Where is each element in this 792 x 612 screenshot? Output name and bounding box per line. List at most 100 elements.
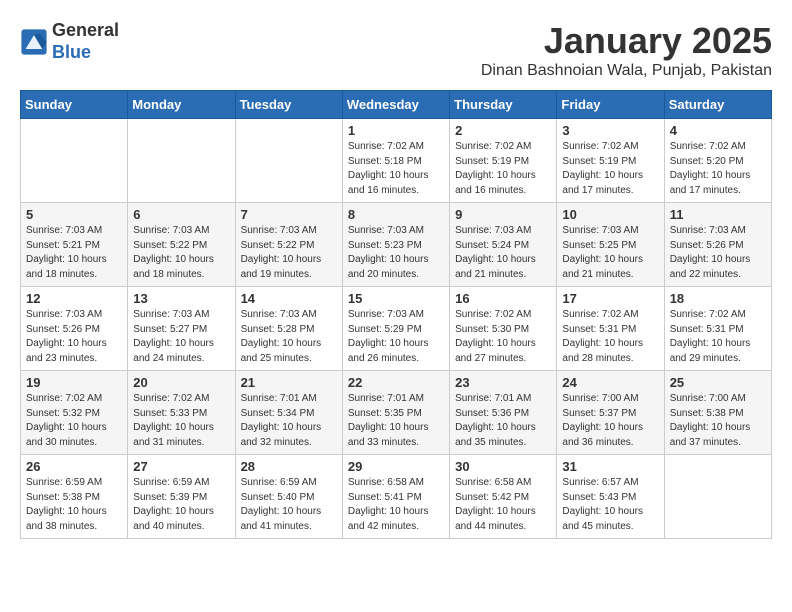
calendar-cell: 22 Sunrise: 7:01 AM Sunset: 5:35 PM Dayli… [342, 371, 449, 455]
calendar-cell: 10 Sunrise: 7:03 AM Sunset: 5:25 PM Dayli… [557, 203, 664, 287]
day-number: 23 [455, 375, 551, 390]
day-number: 16 [455, 291, 551, 306]
day-info: Sunrise: 7:01 AM Sunset: 5:34 PM Dayligh… [241, 392, 337, 450]
day-number: 26 [26, 459, 122, 474]
day-info: Sunrise: 6:59 AM Sunset: 5:40 PM Dayligh… [241, 476, 337, 534]
calendar-cell: 21 Sunrise: 7:01 AM Sunset: 5:34 PM Dayli… [235, 371, 342, 455]
day-info: Sunrise: 7:03 AM Sunset: 5:29 PM Dayligh… [348, 308, 444, 366]
calendar-cell: 19Sunrise: 7:02 AM Sunset: 5:32 PM Dayli… [21, 371, 128, 455]
day-number: 4 [670, 123, 766, 138]
day-number: 10 [562, 207, 658, 222]
day-number: 12 [26, 291, 122, 306]
weekday-header-sunday: Sunday [21, 91, 128, 119]
day-info: Sunrise: 7:03 AM Sunset: 5:27 PM Dayligh… [133, 308, 229, 366]
calendar-cell: 13 Sunrise: 7:03 AM Sunset: 5:27 PM Dayli… [128, 287, 235, 371]
day-number: 28 [241, 459, 337, 474]
day-number: 19 [26, 375, 122, 390]
day-number: 15 [348, 291, 444, 306]
weekday-header-tuesday: Tuesday [235, 91, 342, 119]
logo-icon [20, 28, 48, 56]
weekday-header-friday: Friday [557, 91, 664, 119]
weekday-header-monday: Monday [128, 91, 235, 119]
day-info: Sunrise: 7:02 AM Sunset: 5:19 PM Dayligh… [562, 140, 658, 198]
calendar-week-row: 19Sunrise: 7:02 AM Sunset: 5:32 PM Dayli… [21, 371, 772, 455]
day-number: 30 [455, 459, 551, 474]
day-info: Sunrise: 7:03 AM Sunset: 5:21 PM Dayligh… [26, 224, 122, 282]
weekday-header-thursday: Thursday [450, 91, 557, 119]
day-info: Sunrise: 7:01 AM Sunset: 5:35 PM Dayligh… [348, 392, 444, 450]
day-number: 13 [133, 291, 229, 306]
day-info: Sunrise: 7:02 AM Sunset: 5:19 PM Dayligh… [455, 140, 551, 198]
weekday-header-row: SundayMondayTuesdayWednesdayThursdayFrid… [21, 91, 772, 119]
calendar-cell: 8Sunrise: 7:03 AM Sunset: 5:23 PM Daylig… [342, 203, 449, 287]
day-info: Sunrise: 7:01 AM Sunset: 5:36 PM Dayligh… [455, 392, 551, 450]
calendar-table: SundayMondayTuesdayWednesdayThursdayFrid… [20, 90, 772, 539]
day-number: 2 [455, 123, 551, 138]
day-number: 22 [348, 375, 444, 390]
day-info: Sunrise: 7:00 AM Sunset: 5:38 PM Dayligh… [670, 392, 766, 450]
calendar-cell: 20Sunrise: 7:02 AM Sunset: 5:33 PM Dayli… [128, 371, 235, 455]
calendar-cell: 25 Sunrise: 7:00 AM Sunset: 5:38 PM Dayli… [664, 371, 771, 455]
calendar-cell [664, 455, 771, 539]
calendar-cell: 7 Sunrise: 7:03 AM Sunset: 5:22 PM Daylig… [235, 203, 342, 287]
calendar-week-row: 26Sunrise: 6:59 AM Sunset: 5:38 PM Dayli… [21, 455, 772, 539]
month-title: January 2025 [481, 20, 772, 62]
day-info: Sunrise: 7:03 AM Sunset: 5:26 PM Dayligh… [670, 224, 766, 282]
day-info: Sunrise: 6:58 AM Sunset: 5:41 PM Dayligh… [348, 476, 444, 534]
day-number: 24 [562, 375, 658, 390]
day-number: 6 [133, 207, 229, 222]
day-info: Sunrise: 7:03 AM Sunset: 5:28 PM Dayligh… [241, 308, 337, 366]
logo-general: General [52, 20, 119, 40]
day-number: 11 [670, 207, 766, 222]
day-number: 9 [455, 207, 551, 222]
day-info: Sunrise: 7:03 AM Sunset: 5:24 PM Dayligh… [455, 224, 551, 282]
day-number: 17 [562, 291, 658, 306]
day-number: 3 [562, 123, 658, 138]
day-number: 14 [241, 291, 337, 306]
day-info: Sunrise: 7:03 AM Sunset: 5:26 PM Dayligh… [26, 308, 122, 366]
day-number: 8 [348, 207, 444, 222]
day-info: Sunrise: 7:03 AM Sunset: 5:22 PM Dayligh… [241, 224, 337, 282]
calendar-cell: 31Sunrise: 6:57 AM Sunset: 5:43 PM Dayli… [557, 455, 664, 539]
weekday-header-saturday: Saturday [664, 91, 771, 119]
day-info: Sunrise: 7:02 AM Sunset: 5:31 PM Dayligh… [562, 308, 658, 366]
day-info: Sunrise: 7:02 AM Sunset: 5:31 PM Dayligh… [670, 308, 766, 366]
day-number: 18 [670, 291, 766, 306]
calendar-cell [21, 119, 128, 203]
calendar-cell: 5 Sunrise: 7:03 AM Sunset: 5:21 PM Daylig… [21, 203, 128, 287]
calendar-cell: 16 Sunrise: 7:02 AM Sunset: 5:30 PM Dayli… [450, 287, 557, 371]
day-number: 1 [348, 123, 444, 138]
calendar-cell: 29Sunrise: 6:58 AM Sunset: 5:41 PM Dayli… [342, 455, 449, 539]
calendar-cell [235, 119, 342, 203]
calendar-cell: 2 Sunrise: 7:02 AM Sunset: 5:19 PM Daylig… [450, 119, 557, 203]
day-number: 31 [562, 459, 658, 474]
calendar-cell: 15 Sunrise: 7:03 AM Sunset: 5:29 PM Dayli… [342, 287, 449, 371]
calendar-cell [128, 119, 235, 203]
day-number: 5 [26, 207, 122, 222]
logo: General Blue [20, 20, 119, 63]
calendar-cell: 11 Sunrise: 7:03 AM Sunset: 5:26 PM Dayli… [664, 203, 771, 287]
calendar-cell: 27Sunrise: 6:59 AM Sunset: 5:39 PM Dayli… [128, 455, 235, 539]
page-header: General Blue January 2025 Dinan Bashnoia… [20, 20, 772, 80]
day-info: Sunrise: 7:03 AM Sunset: 5:22 PM Dayligh… [133, 224, 229, 282]
day-info: Sunrise: 7:03 AM Sunset: 5:25 PM Dayligh… [562, 224, 658, 282]
logo-blue: Blue [52, 42, 91, 62]
calendar-cell: 28 Sunrise: 6:59 AM Sunset: 5:40 PM Dayli… [235, 455, 342, 539]
calendar-cell: 24 Sunrise: 7:00 AM Sunset: 5:37 PM Dayli… [557, 371, 664, 455]
day-number: 25 [670, 375, 766, 390]
calendar-cell: 12 Sunrise: 7:03 AM Sunset: 5:26 PM Dayli… [21, 287, 128, 371]
calendar-cell: 26Sunrise: 6:59 AM Sunset: 5:38 PM Dayli… [21, 455, 128, 539]
calendar-cell: 6 Sunrise: 7:03 AM Sunset: 5:22 PM Daylig… [128, 203, 235, 287]
day-number: 7 [241, 207, 337, 222]
title-block: January 2025 Dinan Bashnoian Wala, Punja… [481, 20, 772, 80]
calendar-cell: 14 Sunrise: 7:03 AM Sunset: 5:28 PM Dayli… [235, 287, 342, 371]
day-info: Sunrise: 7:02 AM Sunset: 5:20 PM Dayligh… [670, 140, 766, 198]
location-subtitle: Dinan Bashnoian Wala, Punjab, Pakistan [481, 62, 772, 80]
calendar-cell: 30Sunrise: 6:58 AM Sunset: 5:42 PM Dayli… [450, 455, 557, 539]
day-number: 21 [241, 375, 337, 390]
day-info: Sunrise: 7:00 AM Sunset: 5:37 PM Dayligh… [562, 392, 658, 450]
day-number: 27 [133, 459, 229, 474]
calendar-week-row: 1Sunrise: 7:02 AM Sunset: 5:18 PM Daylig… [21, 119, 772, 203]
day-info: Sunrise: 7:02 AM Sunset: 5:30 PM Dayligh… [455, 308, 551, 366]
calendar-cell: 3 Sunrise: 7:02 AM Sunset: 5:19 PM Daylig… [557, 119, 664, 203]
